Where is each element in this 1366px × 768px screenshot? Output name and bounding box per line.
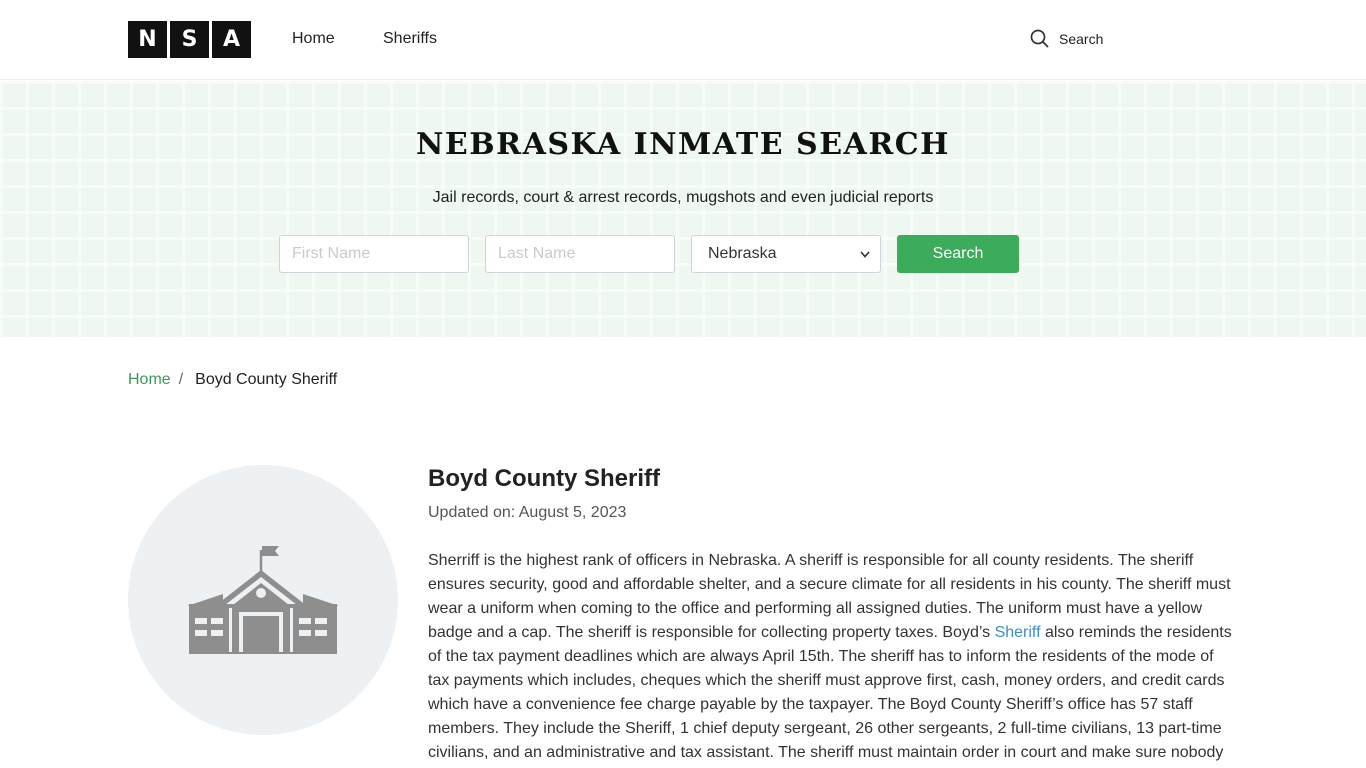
- chevron-down-icon: [860, 250, 870, 258]
- header-search-label: Search: [1059, 30, 1104, 47]
- site-header: N S A Home Sheriffs Search: [0, 0, 1366, 80]
- state-select[interactable]: Nebraska: [691, 235, 881, 273]
- logo-letter-a: A: [212, 21, 251, 58]
- article-title: Boyd County Sheriff: [428, 465, 660, 492]
- state-select-value: Nebraska: [708, 245, 777, 262]
- nav-sheriffs-link[interactable]: Sheriffs: [383, 30, 437, 48]
- logo-letter-s: S: [170, 21, 209, 58]
- search-button[interactable]: Search: [897, 235, 1019, 273]
- nav-home-link[interactable]: Home: [292, 30, 335, 48]
- hero-subtitle: Jail records, court & arrest records, mu…: [432, 189, 934, 206]
- breadcrumb-home-link[interactable]: Home: [128, 371, 171, 389]
- hero-title: NEBRASKA INMATE SEARCH: [416, 127, 950, 162]
- building-icon: [187, 546, 339, 654]
- sheriff-image: [128, 465, 398, 735]
- last-name-input[interactable]: [485, 235, 675, 273]
- site-logo[interactable]: N S A: [128, 21, 251, 58]
- header-search-button[interactable]: Search: [1030, 29, 1103, 48]
- breadcrumb: Home / Boyd County Sheriff: [128, 371, 337, 389]
- search-icon: [1030, 29, 1049, 48]
- article-updated-date: Updated on: August 5, 2023: [428, 504, 627, 521]
- article-body-text-2: also reminds the residents of the tax pa…: [428, 624, 1232, 761]
- logo-letter-n: N: [128, 21, 167, 58]
- sheriff-link[interactable]: Sheriff: [995, 624, 1041, 641]
- breadcrumb-separator: /: [178, 371, 184, 388]
- first-name-input[interactable]: [279, 235, 469, 273]
- breadcrumb-current: Boyd County Sheriff: [195, 371, 338, 388]
- article-body: Sherriff is the highest rank of officers…: [428, 549, 1238, 765]
- search-hero: NEBRASKA INMATE SEARCH Jail records, cou…: [0, 81, 1366, 337]
